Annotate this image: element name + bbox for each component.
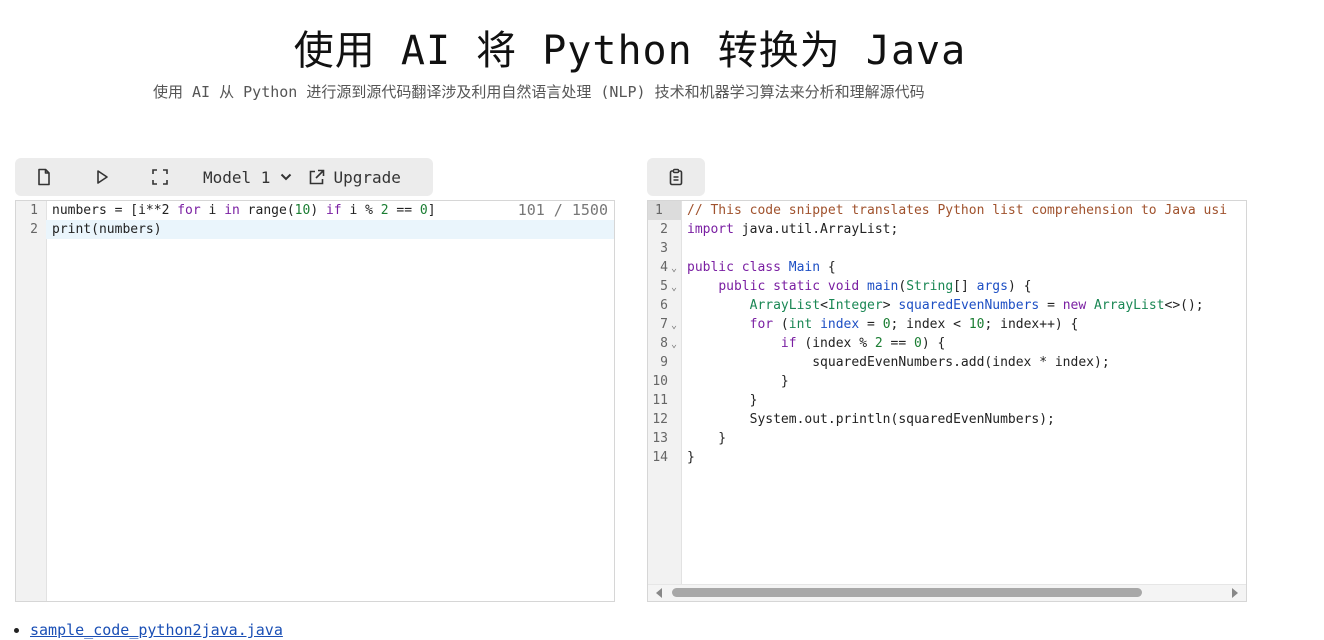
line-number: 3 bbox=[660, 241, 668, 256]
line-number: 2 bbox=[30, 222, 38, 237]
file-links: sample_code_python2java.java bbox=[12, 620, 283, 640]
output-toolbar bbox=[647, 158, 705, 196]
sample-code-link[interactable]: sample_code_python2java.java bbox=[30, 621, 283, 639]
code-line: System.out.println(squaredEvenNumbers); bbox=[687, 412, 1055, 427]
line-number: 13 bbox=[652, 431, 668, 446]
line-number: 9 bbox=[660, 355, 668, 370]
line-number: 1 bbox=[30, 203, 38, 218]
scroll-left-icon[interactable] bbox=[656, 588, 662, 598]
line-number: 5 bbox=[660, 279, 668, 294]
code-line: // This code snippet translates Python l… bbox=[687, 203, 1228, 218]
code-line: } bbox=[687, 431, 727, 446]
line-number: 4 bbox=[660, 260, 668, 275]
fold-chevron-icon[interactable]: ⌄ bbox=[671, 334, 677, 353]
line-number: 12 bbox=[652, 412, 668, 427]
input-code[interactable]: numbers = [i**2 for i in range(10) if i … bbox=[46, 201, 614, 601]
clipboard-icon bbox=[669, 168, 683, 186]
line-number: 7 bbox=[660, 317, 668, 332]
model-select-label: Model 1 bbox=[203, 167, 271, 187]
scroll-right-icon[interactable] bbox=[1232, 588, 1238, 598]
fullscreen-icon bbox=[152, 169, 168, 185]
line-number: 11 bbox=[652, 393, 668, 408]
code-line: public class Main { bbox=[687, 260, 836, 275]
horizontal-scrollbar[interactable] bbox=[648, 584, 1246, 601]
new-file-button[interactable] bbox=[15, 158, 73, 196]
code-line: } bbox=[687, 393, 758, 408]
code-line: for (int index = 0; index < 10; index++)… bbox=[749, 317, 1079, 332]
scrollbar-thumb[interactable] bbox=[672, 588, 1142, 597]
fold-chevron-icon[interactable]: ⌄ bbox=[671, 315, 677, 334]
fullscreen-button[interactable] bbox=[131, 158, 189, 196]
output-gutter: 1 2 3 4 ⌄ 5 ⌄ 6 7 ⌄ 8 ⌄ 9 10 11 12 13 14 bbox=[648, 201, 682, 601]
line-number: 6 bbox=[660, 298, 668, 313]
fold-chevron-icon[interactable]: ⌄ bbox=[671, 258, 677, 277]
code-line: } bbox=[687, 450, 695, 465]
line-number: 1 bbox=[648, 201, 681, 220]
list-item: sample_code_python2java.java bbox=[30, 620, 283, 640]
chevron-down-icon bbox=[281, 173, 292, 181]
code-line: print(numbers) bbox=[46, 220, 614, 239]
page-title: 使用 AI 将 Python 转换为 Java bbox=[293, 28, 967, 74]
upgrade-button[interactable]: Upgrade bbox=[308, 158, 401, 196]
line-number: 10 bbox=[652, 374, 668, 389]
run-button[interactable] bbox=[73, 158, 131, 196]
model-select[interactable]: Model 1 bbox=[203, 158, 292, 196]
code-line: } bbox=[687, 374, 789, 389]
upgrade-label: Upgrade bbox=[333, 167, 401, 187]
line-number: 8 bbox=[660, 336, 668, 351]
input-gutter: 1 2 bbox=[16, 201, 47, 601]
code-line: squaredEvenNumbers.add(index * index); bbox=[687, 355, 1110, 370]
line-number: 14 bbox=[652, 450, 668, 465]
page-subtitle: 使用 AI 从 Python 进行源到源代码翻译涉及利用自然语言处理 (NLP)… bbox=[153, 83, 925, 101]
java-output-editor[interactable]: 1 2 3 4 ⌄ 5 ⌄ 6 7 ⌄ 8 ⌄ 9 10 11 12 13 14… bbox=[647, 200, 1247, 602]
line-number: 2 bbox=[660, 222, 668, 237]
code-line: ArrayList<Integer> squaredEvenNumbers = … bbox=[749, 298, 1204, 313]
output-code[interactable]: // This code snippet translates Python l… bbox=[687, 201, 1246, 601]
play-icon bbox=[97, 170, 108, 184]
copy-button[interactable] bbox=[647, 158, 705, 196]
page: 使用 AI 将 Python 转换为 Java 使用 AI 从 Python 进… bbox=[0, 0, 1324, 640]
character-counter: 101 / 1500 bbox=[517, 201, 608, 219]
input-toolbar: Model 1 Upgrade bbox=[15, 158, 433, 196]
code-line: import java.util.ArrayList; bbox=[687, 222, 899, 237]
code-line: if (index % 2 == 0) { bbox=[780, 336, 946, 351]
fold-chevron-icon[interactable]: ⌄ bbox=[671, 277, 677, 296]
code-line: public static void main(String[] args) { bbox=[718, 279, 1032, 294]
file-icon bbox=[38, 168, 50, 186]
python-input-editor[interactable]: 1 2 numbers = [i**2 for i in range(10) i… bbox=[15, 200, 615, 602]
external-link-icon bbox=[310, 169, 325, 184]
